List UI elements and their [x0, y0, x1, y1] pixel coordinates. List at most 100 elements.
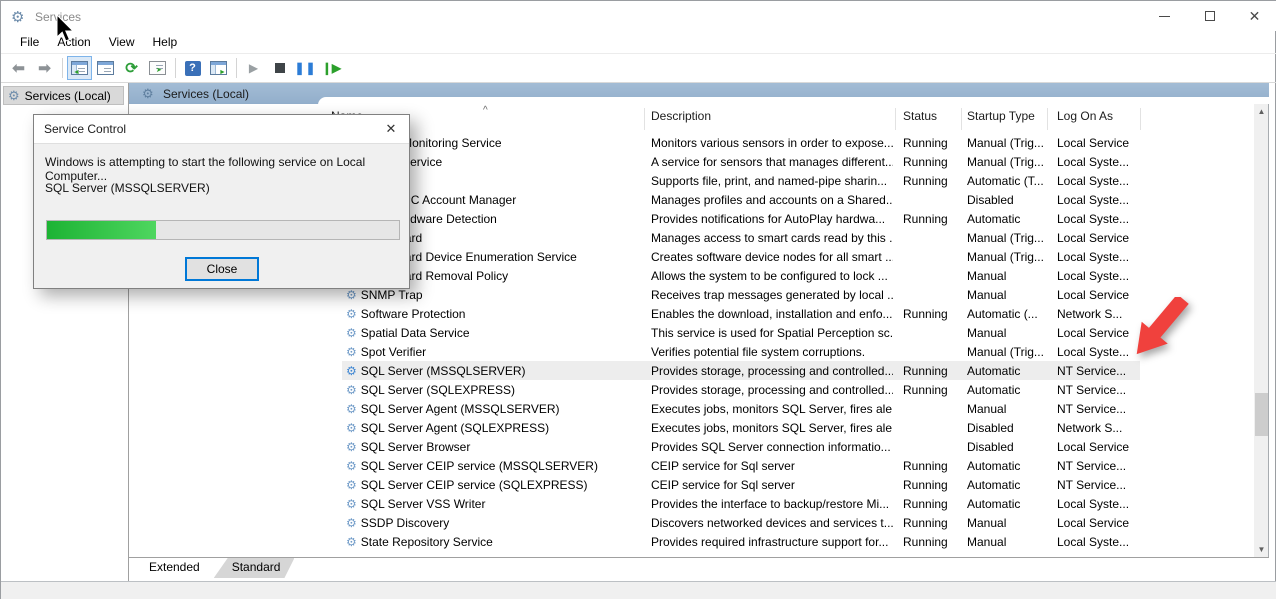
service-row[interactable]: ⚙Smart Card Removal PolicyAllows the sys…: [342, 266, 1140, 285]
column-divider[interactable]: [961, 108, 962, 130]
stop-service-button[interactable]: [267, 56, 292, 80]
service-row[interactable]: ⚙SQL Server Agent (MSSQLSERVER)Executes …: [342, 399, 1140, 418]
mouse-cursor-icon: [56, 15, 78, 45]
services-gear-icon: ⚙: [8, 88, 20, 104]
pause-service-button[interactable]: ❚❚: [293, 56, 318, 80]
service-row[interactable]: ⚙Spatial Data ServiceThis service is use…: [342, 323, 1140, 342]
scroll-down-icon[interactable]: ▼: [1254, 542, 1269, 557]
service-row[interactable]: ⚙SQL Server (SQLEXPRESS)Provides storage…: [342, 380, 1140, 399]
service-row[interactable]: ⚙SQL Server VSS WriterProvides the inter…: [342, 494, 1140, 513]
help-icon: ?: [185, 61, 201, 76]
service-gear-icon: ⚙: [346, 326, 357, 340]
column-header-startup-type[interactable]: Startup Type: [967, 109, 1035, 131]
tree-item-label: Services (Local): [25, 89, 111, 103]
vertical-scrollbar[interactable]: ▲ ▼: [1254, 104, 1269, 557]
service-name: SQL Server CEIP service (MSSQLSERVER): [361, 459, 598, 473]
close-window-button[interactable]: ✕: [1232, 1, 1276, 31]
column-header-log-on-as[interactable]: Log On As: [1057, 109, 1113, 131]
service-gear-icon: ⚙: [346, 478, 357, 492]
close-button-label: Close: [207, 262, 238, 276]
maximize-button[interactable]: [1187, 1, 1232, 31]
service-log-on-as: Local Syste...: [1047, 212, 1140, 226]
service-startup-type: Manual (Trig...: [961, 231, 1047, 245]
column-divider[interactable]: [644, 108, 645, 130]
service-row[interactable]: ⚙Software ProtectionEnables the download…: [342, 304, 1140, 323]
service-description: Provides storage, processing and control…: [644, 364, 893, 378]
tab-extended[interactable]: Extended: [131, 558, 214, 578]
service-description: Discovers networked devices and services…: [644, 516, 893, 530]
service-log-on-as: Local Syste...: [1047, 497, 1140, 511]
service-rows: ⚙Sensor Monitoring ServiceMonitors vario…: [342, 133, 1140, 551]
column-header-description[interactable]: Description: [651, 109, 711, 131]
service-description: Receives trap messages generated by loca…: [644, 288, 893, 302]
view-tabs: Extended Standard: [131, 558, 294, 578]
service-row[interactable]: ⚙Smart CardManages access to smart cards…: [342, 228, 1140, 247]
service-row[interactable]: ⚙SQL Server Agent (SQLEXPRESS)Executes j…: [342, 418, 1140, 437]
service-row[interactable]: ⚙SQL Server CEIP service (MSSQLSERVER)CE…: [342, 456, 1140, 475]
forward-icon: ➡: [38, 59, 51, 77]
menu-file[interactable]: File: [11, 32, 48, 52]
service-row[interactable]: ⚙SQL Server CEIP service (SQLEXPRESS)CEI…: [342, 475, 1140, 494]
service-row[interactable]: ⚙Shell Hardware DetectionProvides notifi…: [342, 209, 1140, 228]
service-name-cell: ⚙SQL Server CEIP service (SQLEXPRESS): [342, 478, 644, 492]
forward-button[interactable]: ➡: [32, 56, 57, 80]
service-description: Provides required infrastructure support…: [644, 535, 893, 549]
service-startup-type: Manual: [961, 288, 1047, 302]
dialog-close-button[interactable]: Close: [185, 257, 259, 281]
scroll-up-icon[interactable]: ▲: [1254, 104, 1269, 119]
service-gear-icon: ⚙: [346, 383, 357, 397]
annotation-arrow-icon: [1125, 297, 1205, 375]
service-description: Allows the system to be configured to lo…: [644, 269, 893, 283]
service-description: Manages profiles and accounts on a Share…: [644, 193, 893, 207]
stop-icon: [275, 63, 285, 73]
service-startup-type: Disabled: [961, 193, 1047, 207]
service-log-on-as: NT Service...: [1047, 459, 1140, 473]
menu-help[interactable]: Help: [144, 32, 187, 52]
export-list-button[interactable]: ➤: [145, 56, 170, 80]
export-list-icon: ➤: [149, 61, 166, 75]
service-row[interactable]: ⚙SQL Server BrowserProvides SQL Server c…: [342, 437, 1140, 456]
tree-item-services-local[interactable]: ⚙ Services (Local): [3, 86, 124, 105]
properties-button[interactable]: [93, 56, 118, 80]
service-name-cell: ⚙SQL Server Agent (MSSQLSERVER): [342, 402, 644, 416]
service-row[interactable]: ⚙SSDP DiscoveryDiscovers networked devic…: [342, 513, 1140, 532]
service-row[interactable]: ⚙ServerSupports file, print, and named-p…: [342, 171, 1140, 190]
scrollbar-thumb[interactable]: [1255, 393, 1268, 436]
service-row[interactable]: ⚙Smart Card Device Enumeration ServiceCr…: [342, 247, 1140, 266]
show-console-tree-button[interactable]: ◄: [67, 56, 92, 80]
pause-icon: ❚❚: [294, 61, 316, 75]
dialog-close-icon[interactable]: ✕: [379, 118, 403, 140]
toolbar-separator: [175, 58, 176, 78]
service-row[interactable]: ⚙Shared PC Account ManagerManages profil…: [342, 190, 1140, 209]
show-action-pane-button[interactable]: ►: [206, 56, 231, 80]
service-startup-type: Automatic (T...: [961, 174, 1047, 188]
service-startup-type: Manual: [961, 535, 1047, 549]
refresh-button[interactable]: ⟳: [119, 56, 144, 80]
help-button[interactable]: ?: [180, 56, 205, 80]
snapin-header-label: Services (Local): [163, 87, 249, 101]
service-row[interactable]: ⚙State Repository ServiceProvides requir…: [342, 532, 1140, 551]
service-description: CEIP service for Sql server: [644, 459, 893, 473]
service-row[interactable]: ⚙SNMP TrapReceives trap messages generat…: [342, 285, 1140, 304]
menu-view[interactable]: View: [100, 32, 144, 52]
tab-standard[interactable]: Standard: [214, 558, 295, 578]
service-row[interactable]: ⚙Spot VerifierVerifies potential file sy…: [342, 342, 1140, 361]
column-divider[interactable]: [895, 108, 896, 130]
service-description: Provides the interface to backup/restore…: [644, 497, 893, 511]
service-startup-type: Automatic: [961, 364, 1047, 378]
column-header-status[interactable]: Status: [903, 109, 937, 131]
service-row[interactable]: ⚙Sensor ServiceA service for sensors tha…: [342, 152, 1140, 171]
column-divider[interactable]: [1047, 108, 1048, 130]
restart-service-button[interactable]: ❙▶: [319, 56, 344, 80]
back-button[interactable]: ⬅: [6, 56, 31, 80]
service-row[interactable]: ⚙SQL Server (MSSQLSERVER)Provides storag…: [342, 361, 1140, 380]
service-gear-icon: ⚙: [346, 307, 357, 321]
service-description: A service for sensors that manages diffe…: [644, 155, 893, 169]
service-log-on-as: Network S...: [1047, 421, 1140, 435]
start-service-button[interactable]: ▶: [241, 56, 266, 80]
service-name-cell: ⚙SQL Server Browser: [342, 440, 644, 454]
minimize-button[interactable]: [1142, 1, 1187, 31]
service-name-cell: ⚙Spot Verifier: [342, 345, 644, 359]
column-divider[interactable]: [1140, 108, 1141, 130]
service-row[interactable]: ⚙Sensor Monitoring ServiceMonitors vario…: [342, 133, 1140, 152]
